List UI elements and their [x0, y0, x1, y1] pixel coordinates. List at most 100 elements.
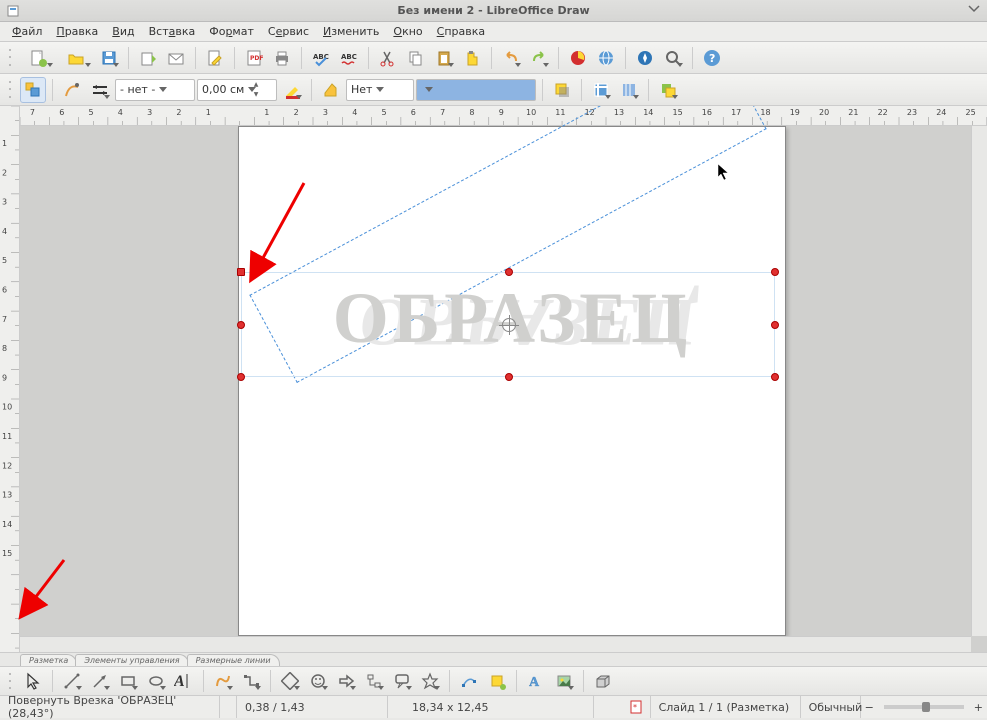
text-frame[interactable]: ОБРАЗЕЦ: [241, 272, 775, 377]
email-button[interactable]: [163, 45, 189, 71]
menu-help[interactable]: Справка: [431, 23, 491, 40]
svg-text:8: 8: [469, 108, 474, 117]
stars-button[interactable]: [417, 668, 443, 694]
hyperlink-button[interactable]: [593, 45, 619, 71]
spellcheck-button[interactable]: ABC: [308, 45, 334, 71]
line-width-combo[interactable]: 0,00 см▲▼: [197, 79, 277, 101]
curve-button[interactable]: [210, 668, 236, 694]
svg-text:4: 4: [352, 108, 357, 117]
autospell-button[interactable]: ABC: [336, 45, 362, 71]
arrow-style-button[interactable]: [87, 77, 113, 103]
save-button[interactable]: [96, 45, 122, 71]
menu-file[interactable]: Файл: [6, 23, 48, 40]
line-arrow-button[interactable]: [87, 668, 113, 694]
clone-format-button[interactable]: [459, 45, 485, 71]
rotate-handle-ml[interactable]: [237, 321, 245, 329]
canvas[interactable]: ОБРАЗЕЦ ОБРАЗЕЦ: [20, 126, 971, 636]
callouts-button[interactable]: [389, 668, 415, 694]
tab-controls[interactable]: Элементы управления: [75, 654, 188, 666]
export-button[interactable]: [135, 45, 161, 71]
rotate-handle-tl[interactable]: [237, 268, 245, 276]
open-button[interactable]: [58, 45, 94, 71]
arrange-button[interactable]: [655, 77, 681, 103]
menu-edit[interactable]: Правка: [50, 23, 104, 40]
status-mode[interactable]: Обычный: [801, 696, 861, 718]
zoom-out-button[interactable]: −: [861, 696, 878, 718]
area-button[interactable]: [318, 77, 344, 103]
rotate-handle-br[interactable]: [771, 373, 779, 381]
rotate-handle-tr[interactable]: [771, 268, 779, 276]
menu-insert[interactable]: Вставка: [143, 23, 202, 40]
page[interactable]: ОБРАЗЕЦ ОБРАЗЕЦ: [238, 126, 786, 636]
symbol-shapes-button[interactable]: [305, 668, 331, 694]
block-arrows-button[interactable]: [333, 668, 359, 694]
menu-tools[interactable]: Сервис: [262, 23, 315, 40]
image-filter-button[interactable]: [616, 77, 642, 103]
svg-text:2: 2: [176, 108, 181, 117]
pdf-button[interactable]: PDF: [241, 45, 267, 71]
flowcharts-button[interactable]: [361, 668, 387, 694]
rotate-handle-bl[interactable]: [237, 373, 245, 381]
cut-button[interactable]: [375, 45, 401, 71]
navigator-button[interactable]: [632, 45, 658, 71]
line-draw-button[interactable]: [59, 668, 85, 694]
line-color-button[interactable]: [279, 77, 305, 103]
zoom-in-button[interactable]: +: [970, 701, 987, 714]
print-button[interactable]: [269, 45, 295, 71]
svg-text:5: 5: [382, 108, 387, 117]
svg-text:2: 2: [294, 108, 299, 117]
svg-text:14: 14: [2, 520, 12, 529]
copy-button[interactable]: [403, 45, 429, 71]
svg-text:11: 11: [555, 108, 565, 117]
svg-text:18: 18: [760, 108, 770, 117]
zoom-button[interactable]: [660, 45, 686, 71]
vertical-scrollbar[interactable]: [971, 126, 987, 636]
edit-points-button[interactable]: [456, 668, 482, 694]
help-button[interactable]: ?: [699, 45, 725, 71]
chart-button[interactable]: [565, 45, 591, 71]
vertical-ruler[interactable]: 123456789101112131415: [0, 106, 20, 652]
from-file-button[interactable]: [551, 668, 577, 694]
menu-format[interactable]: Формат: [203, 23, 260, 40]
svg-text:3: 3: [2, 198, 7, 207]
menu-view[interactable]: Вид: [106, 23, 140, 40]
fontwork-button[interactable]: A: [523, 668, 549, 694]
tab-dimension-lines[interactable]: Размерные линии: [187, 654, 280, 666]
shadow-button[interactable]: [549, 77, 575, 103]
fill-color-combo[interactable]: [416, 79, 536, 101]
horizontal-ruler[interactable]: 7654321123456789101112131415161718192021…: [20, 106, 987, 126]
line-style-combo[interactable]: - нет -: [115, 79, 195, 101]
connector-button[interactable]: [238, 668, 264, 694]
svg-text:10: 10: [526, 108, 536, 117]
redo-button[interactable]: [526, 45, 552, 71]
rotation-center-icon[interactable]: [502, 318, 516, 332]
zoom-slider[interactable]: [884, 705, 964, 709]
new-button[interactable]: [20, 45, 56, 71]
text-tool-button[interactable]: A: [171, 668, 197, 694]
select-tool-button[interactable]: [20, 668, 46, 694]
menu-window[interactable]: Окно: [387, 23, 428, 40]
extrusion-button[interactable]: [590, 668, 616, 694]
tab-layout[interactable]: Разметка: [20, 654, 77, 666]
ellipse-button[interactable]: [143, 668, 169, 694]
fill-style-combo[interactable]: Нет: [346, 79, 414, 101]
rotate-handle-tc[interactable]: [505, 268, 513, 276]
rotate-handle-bc[interactable]: [505, 373, 513, 381]
glue-points-button[interactable]: [484, 668, 510, 694]
window-button[interactable]: [967, 4, 981, 18]
svg-text:11: 11: [2, 432, 12, 441]
crop-image-button[interactable]: [588, 77, 614, 103]
undo-button[interactable]: [498, 45, 524, 71]
paste-button[interactable]: [431, 45, 457, 71]
rectangle-button[interactable]: [115, 668, 141, 694]
status-slide[interactable]: Слайд 1 / 1 (Разметка): [651, 696, 801, 718]
horizontal-scrollbar[interactable]: [20, 636, 971, 652]
show-draw-functions-button[interactable]: [20, 77, 46, 103]
svg-text:10: 10: [2, 403, 12, 412]
basic-shapes-button[interactable]: [277, 668, 303, 694]
window-menu-icon[interactable]: [6, 4, 20, 18]
menu-modify[interactable]: Изменить: [317, 23, 385, 40]
line-tool-button[interactable]: [59, 77, 85, 103]
rotate-handle-mr[interactable]: [771, 321, 779, 329]
edit-file-button[interactable]: [202, 45, 228, 71]
